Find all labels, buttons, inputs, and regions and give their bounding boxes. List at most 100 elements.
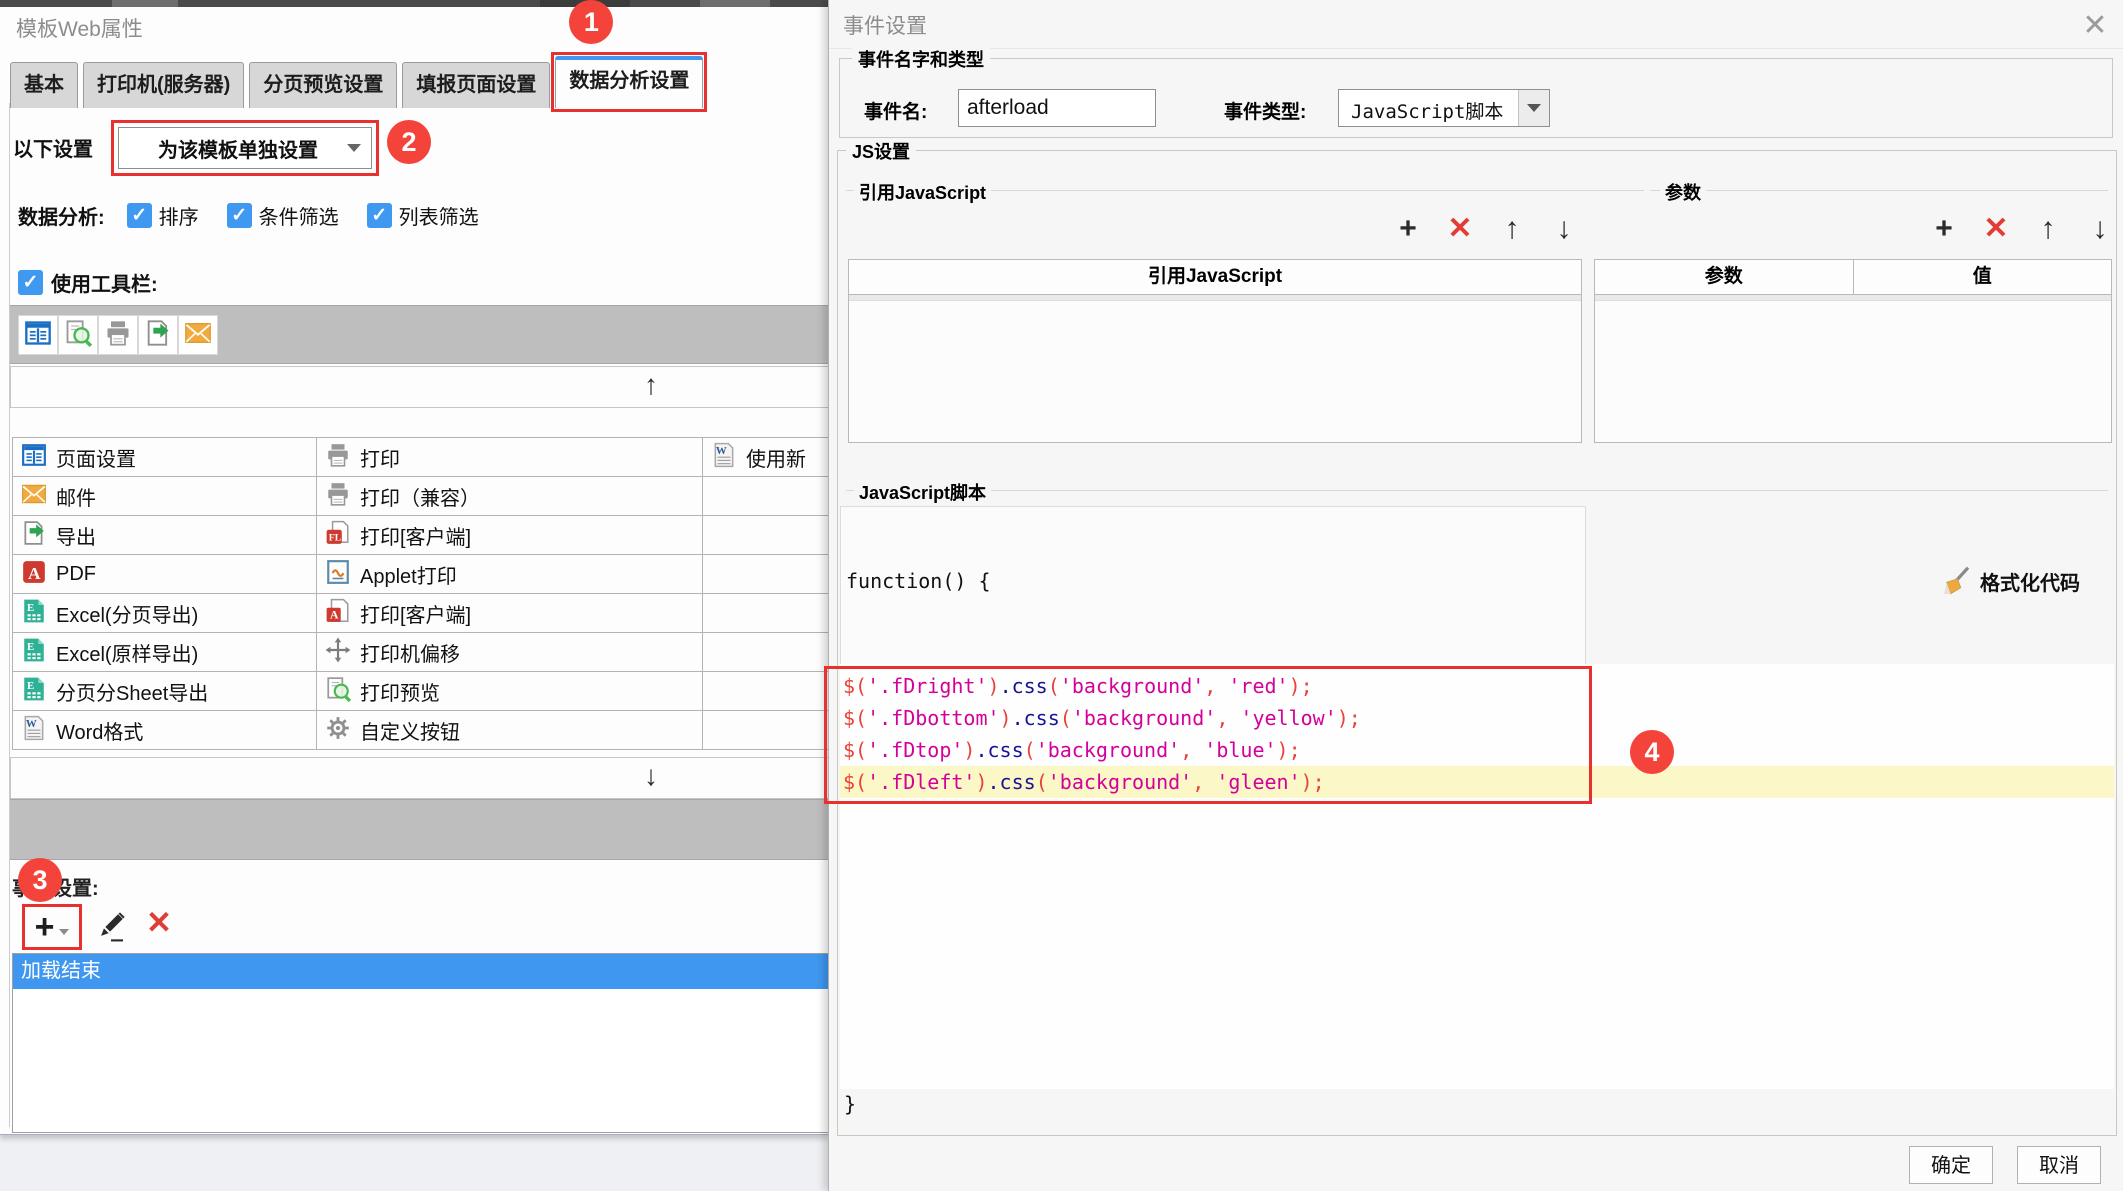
button-config-cell-分页分Sheet导出[interactable]: E分页分Sheet导出 <box>13 672 317 711</box>
event-list-selected-row[interactable]: 加载结束 <box>13 954 829 989</box>
print-icon <box>325 442 351 473</box>
left-dialog-title: 模板Web属性 <box>16 13 143 43</box>
offset-icon <box>325 637 351 668</box>
param-column-header: 参数 <box>1595 260 1853 294</box>
scope-select[interactable]: 为该模板单独设置 <box>118 127 372 169</box>
button-config-cell-自定义按钮[interactable]: 自定义按钮 <box>317 711 703 750</box>
close-icon[interactable] <box>2073 4 2117 48</box>
event-type-select[interactable]: JavaScript脚本 <box>1338 89 1550 127</box>
email-icon <box>21 481 47 512</box>
template-web-properties-dialog: 模板Web属性 基本打印机(服务器)分页预览设置填报页面设置数据分析设置 以下设… <box>0 7 828 1135</box>
table-row: EExcel(分页导出)A打印[客户端] <box>13 594 853 633</box>
button-config-cell-打印[客户端][interactable]: A打印[客户端] <box>317 594 703 633</box>
move-down-icon[interactable]: ↓ <box>2074 207 2123 251</box>
print-preview-icon <box>325 676 351 707</box>
cell-label: 打印 <box>360 443 400 472</box>
tab-填报页面设置[interactable]: 填报页面设置 <box>402 62 550 108</box>
toolbar-button-table: 页面设置 打印 W 使用新邮件 打印（兼容） 导出FL打印[客户端] A PDF Applet打… <box>12 437 853 750</box>
cell-label: 自定义按钮 <box>360 716 460 745</box>
svg-text:E: E <box>27 680 34 692</box>
code-line-3[interactable]: $('.fDtop').css('background', 'blue'); <box>840 734 2114 766</box>
event-list[interactable]: 加载结束 <box>12 953 830 1133</box>
params-list[interactable]: 参数 值 <box>1594 259 2112 443</box>
event-type-value: JavaScript脚本 <box>1351 97 1503 124</box>
cell-label: PDF <box>56 563 96 586</box>
pdf-doc-icon: A <box>325 598 351 629</box>
svg-text:E: E <box>27 641 34 653</box>
delete-event-button[interactable]: ✕ <box>146 905 172 941</box>
toolbar-button-export[interactable] <box>138 315 178 355</box>
ref-js-list[interactable]: 引用JavaScript <box>848 259 1582 443</box>
button-config-cell-打印[客户端][interactable]: FL打印[客户端] <box>317 516 703 555</box>
button-config-cell-Word格式[interactable]: W Word格式 <box>13 711 317 750</box>
svg-text:FL: FL <box>329 532 342 543</box>
ref-js-list-body[interactable] <box>849 301 1581 441</box>
add-event-button[interactable]: + <box>26 908 78 946</box>
cell-label: Applet打印 <box>360 560 457 589</box>
cell-label: 打印（兼容） <box>360 482 480 511</box>
format-code-button[interactable]: 格式化代码 <box>1940 565 2080 597</box>
word-icon: W <box>21 715 47 746</box>
cell-label: Word格式 <box>56 716 143 745</box>
toolbar-preview-band-bottom <box>10 799 828 860</box>
delete-icon[interactable]: ✕ <box>1970 207 2022 251</box>
code-line-1[interactable]: $('.fDright').css('background', 'red'); <box>840 670 2114 702</box>
move-down-icon[interactable]: ↓ <box>1538 207 1590 251</box>
button-config-cell-Applet打印[interactable]: Applet打印 <box>317 555 703 594</box>
tab-分页预览设置[interactable]: 分页预览设置 <box>249 62 397 108</box>
button-config-cell-打印[interactable]: 打印 <box>317 438 703 477</box>
svg-text:A: A <box>330 607 339 621</box>
params-list-body[interactable] <box>1595 301 2111 441</box>
up-arrow-icon <box>611 369 691 401</box>
button-config-cell-Excel(原样导出)[interactable]: EExcel(原样导出) <box>13 633 317 672</box>
button-config-cell-PDF[interactable]: A PDF <box>13 555 317 594</box>
edit-event-button[interactable] <box>95 910 129 944</box>
button-config-cell-导出[interactable]: 导出 <box>13 516 317 555</box>
event-type-label: 事件类型: <box>1224 97 1306 124</box>
button-config-cell-打印机偏移[interactable]: 打印机偏移 <box>317 633 703 672</box>
checkbox-icon[interactable] <box>127 203 152 228</box>
page-setup-icon <box>21 442 47 473</box>
params-toolbar: +✕↑↓ <box>1918 207 2123 251</box>
tab-打印机(服务器)[interactable]: 打印机(服务器) <box>83 62 244 108</box>
add-icon[interactable]: + <box>1382 207 1434 251</box>
toolbar-button-page-setup[interactable] <box>18 315 58 355</box>
delete-icon[interactable]: ✕ <box>1434 207 1486 251</box>
move-up-icon[interactable]: ↑ <box>2022 207 2074 251</box>
toolbar-button-print-preview[interactable] <box>58 315 98 355</box>
ok-button[interactable]: 确定 <box>1909 1146 1993 1184</box>
top-strip-segment <box>112 0 178 7</box>
button-config-cell-邮件[interactable]: 邮件 <box>13 477 317 516</box>
move-down-strip[interactable] <box>10 757 830 799</box>
tab-基本[interactable]: 基本 <box>10 62 78 108</box>
add-icon[interactable]: + <box>1918 207 1970 251</box>
cell-label: 使用新 <box>746 443 806 472</box>
function-prologue: function() { <box>846 569 991 593</box>
button-config-cell-Excel(分页导出)[interactable]: EExcel(分页导出) <box>13 594 317 633</box>
button-config-cell-打印（兼容）[interactable]: 打印（兼容） <box>317 477 703 516</box>
checkbox-icon[interactable] <box>367 203 392 228</box>
code-line-4[interactable]: $('.fDleft').css('background', 'gleen'); <box>840 766 2114 798</box>
toolbar-button-email[interactable] <box>178 315 218 355</box>
use-toolbar-label: 使用工具栏: <box>51 268 158 297</box>
javascript-code-editor[interactable]: $('.fDright').css('background', 'red');$… <box>840 664 2114 1089</box>
use-toolbar-checkbox[interactable] <box>18 270 43 295</box>
script-legend: JavaScript脚本 <box>854 479 991 505</box>
data-analysis-label: 数据分析: <box>18 201 105 230</box>
button-config-cell-打印预览[interactable]: 打印预览 <box>317 672 703 711</box>
move-up-strip[interactable] <box>10 366 830 408</box>
tab-数据分析设置[interactable]: 数据分析设置 <box>555 56 703 108</box>
svg-text:A: A <box>28 564 41 583</box>
scope-label: 以下设置 <box>13 133 93 162</box>
code-line-2[interactable]: $('.fDbottom').css('background', 'yellow… <box>840 702 2114 734</box>
table-row: A PDF Applet打印 <box>13 555 853 594</box>
script-legend-line <box>846 490 2108 491</box>
toolbar-button-print[interactable] <box>98 315 138 355</box>
move-up-icon[interactable]: ↑ <box>1486 207 1538 251</box>
button-config-cell-页面设置[interactable]: 页面设置 <box>13 438 317 477</box>
checkbox-icon[interactable] <box>227 203 252 228</box>
event-settings-label: 事件设置: <box>12 872 99 901</box>
checkbox-item-条件筛选: 条件筛选 <box>227 201 339 230</box>
cancel-button[interactable]: 取消 <box>2017 1146 2101 1184</box>
event-name-input[interactable] <box>958 89 1156 127</box>
